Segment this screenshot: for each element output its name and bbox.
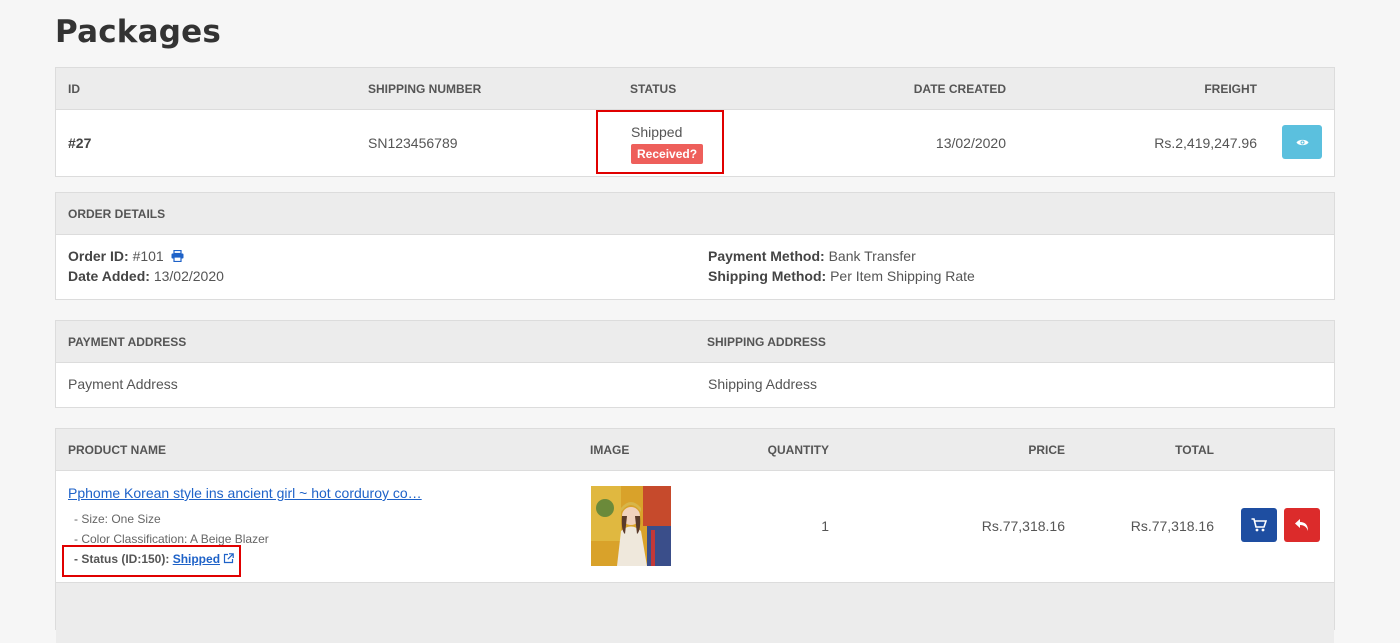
shipping-address-title: SHIPPING ADDRESS bbox=[707, 335, 826, 349]
products-header: PRODUCT NAME IMAGE QUANTITY PRICE TOTAL bbox=[56, 429, 1334, 471]
address-header: PAYMENT ADDRESS SHIPPING ADDRESS bbox=[56, 321, 1334, 363]
col-id: ID bbox=[68, 82, 80, 96]
col-freight: FREIGHT bbox=[1204, 82, 1257, 96]
packages-header: ID SHIPPING NUMBER STATUS DATE CREATED F… bbox=[56, 68, 1334, 110]
product-name-link[interactable]: Pphome Korean style ins ancient girl ~ h… bbox=[68, 485, 422, 501]
product-status-highlight bbox=[62, 545, 241, 577]
product-quantity: 1 bbox=[821, 518, 829, 534]
shipping-method-label: Shipping Method: bbox=[708, 268, 827, 284]
product-photo-icon bbox=[591, 486, 671, 566]
col-product-name: PRODUCT NAME bbox=[68, 443, 166, 457]
product-price: Rs.77,318.16 bbox=[981, 518, 1065, 534]
reorder-button[interactable] bbox=[1241, 508, 1277, 542]
date-created: 13/02/2020 bbox=[935, 135, 1006, 151]
page-title: Packages bbox=[55, 14, 221, 50]
product-option-color: - Color Classification: A Beige Blazer bbox=[74, 532, 269, 546]
date-added-value: 13/02/2020 bbox=[153, 268, 224, 284]
col-total: TOTAL bbox=[1175, 443, 1214, 457]
reply-icon bbox=[1295, 519, 1308, 531]
product-image bbox=[591, 486, 671, 566]
return-button[interactable] bbox=[1284, 508, 1320, 542]
status-highlight bbox=[596, 110, 724, 174]
cart-icon bbox=[1251, 518, 1267, 532]
products-footer bbox=[56, 582, 1334, 643]
print-invoice-link[interactable] bbox=[171, 249, 184, 265]
product-option-size: - Size: One Size bbox=[74, 512, 161, 526]
col-price: PRICE bbox=[1028, 443, 1065, 457]
shipping-address: Shipping Address bbox=[708, 376, 817, 392]
eye-icon bbox=[1296, 139, 1308, 145]
payment-address-title: PAYMENT ADDRESS bbox=[68, 335, 187, 349]
packages-table: ID SHIPPING NUMBER STATUS DATE CREATED F… bbox=[55, 67, 1335, 177]
order-id-line: Order ID: #101 bbox=[68, 248, 184, 265]
order-details-header: ORDER DETAILS bbox=[56, 193, 1334, 235]
shipping-number: SN123456789 bbox=[368, 135, 458, 151]
col-date-created: DATE CREATED bbox=[913, 82, 1006, 96]
freight: Rs.2,419,247.96 bbox=[1154, 135, 1257, 151]
package-id: #27 bbox=[68, 135, 92, 151]
product-total: Rs.77,318.16 bbox=[1130, 518, 1214, 534]
shipping-method-line: Shipping Method: Per Item Shipping Rate bbox=[708, 268, 975, 284]
order-id-value: #101 bbox=[132, 248, 164, 264]
address-panel: PAYMENT ADDRESS SHIPPING ADDRESS Payment… bbox=[55, 320, 1335, 408]
payment-method-label: Payment Method: bbox=[708, 248, 825, 264]
col-image: IMAGE bbox=[590, 443, 630, 457]
order-details-panel: ORDER DETAILS Order ID: #101 Date Added:… bbox=[55, 192, 1335, 300]
payment-method-line: Payment Method: Bank Transfer bbox=[708, 248, 916, 264]
col-quantity: QUANTITY bbox=[767, 443, 829, 457]
date-added-line: Date Added: 13/02/2020 bbox=[68, 268, 224, 284]
payment-address: Payment Address bbox=[68, 376, 178, 392]
order-details-title: ORDER DETAILS bbox=[68, 207, 166, 221]
payment-method-value: Bank Transfer bbox=[828, 248, 916, 264]
col-shipping-number: SHIPPING NUMBER bbox=[368, 82, 482, 96]
col-status: STATUS bbox=[630, 82, 677, 96]
order-id-label: Order ID: bbox=[68, 248, 129, 264]
shipping-method-value: Per Item Shipping Rate bbox=[830, 268, 975, 284]
date-added-label: Date Added: bbox=[68, 268, 150, 284]
view-package-button[interactable] bbox=[1282, 125, 1322, 159]
print-icon bbox=[171, 249, 184, 263]
